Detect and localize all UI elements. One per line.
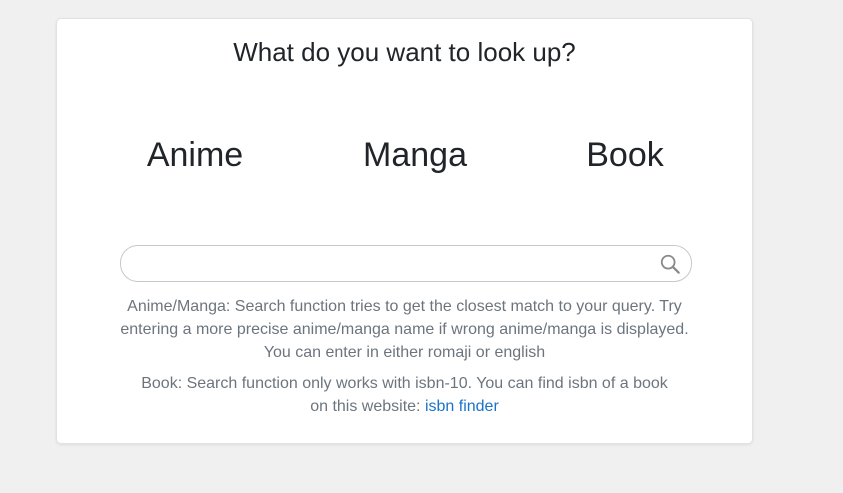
- search-input[interactable]: [135, 246, 645, 281]
- search-box: [120, 245, 692, 282]
- option-anime[interactable]: Anime: [147, 133, 243, 177]
- search-icon[interactable]: [659, 253, 681, 275]
- isbn-finder-link[interactable]: isbn finder: [425, 398, 499, 415]
- lookup-type-options: Anime Manga Book: [57, 133, 752, 177]
- book-help-prefix: Book: Search function only works with is…: [141, 375, 668, 415]
- anime-manga-help-text: Anime/Manga: Search function tries to ge…: [120, 298, 689, 361]
- page-title: What do you want to look up?: [233, 37, 576, 67]
- option-book[interactable]: Book: [586, 133, 664, 177]
- lookup-card: What do you want to look up? Anime Manga…: [56, 18, 753, 444]
- book-help-text: Book: Search function only works with is…: [57, 372, 752, 418]
- option-manga[interactable]: Manga: [363, 133, 467, 177]
